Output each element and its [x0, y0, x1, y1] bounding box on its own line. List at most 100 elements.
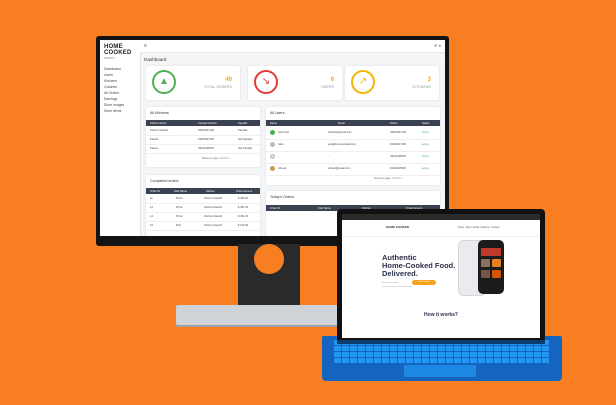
column-header[interactable]: Dish Name	[318, 207, 331, 210]
nav-link-home[interactable]: Home	[458, 226, 464, 229]
keyboard-key	[366, 358, 373, 363]
keyboard-key	[382, 352, 389, 357]
column-header[interactable]: Order ID	[270, 207, 280, 210]
column-header[interactable]: Payable	[238, 122, 247, 125]
notification-icon[interactable]: ⚙	[434, 43, 438, 48]
keyboard-key	[366, 346, 373, 351]
cell: Ahmed	[278, 167, 287, 170]
nav-link-kitchens[interactable]: Kitchens	[481, 226, 490, 229]
stat-card-kitchens[interactable]: ↗ 3 KITCHENS	[345, 66, 439, 100]
column-header[interactable]: Status	[422, 122, 429, 125]
table-header: Kitchen Name Contact Number Payable	[146, 120, 260, 126]
cell: 12	[150, 206, 153, 209]
table-row[interactable]: Paraza 03001307105 Not Payable	[146, 136, 260, 145]
page-range: 1-3 of 3	[219, 157, 228, 160]
food-image	[481, 270, 490, 278]
column-header[interactable]: Name	[270, 122, 277, 125]
stat-card-orders[interactable]: ▲ 40 TOTAL ORDERS	[146, 66, 240, 100]
sidebar-item-store-items[interactable]: Store Items	[104, 109, 121, 113]
cell: 14	[150, 215, 153, 218]
touchpad	[404, 365, 476, 377]
table-row[interactable]: 11 Pizza Kitchen Karachi $ 450.00	[146, 195, 260, 204]
sidebar-item-all-orders[interactable]: All Orders	[104, 91, 119, 95]
users-chart-icon: ↘	[254, 70, 278, 94]
keyboard-key	[526, 346, 533, 351]
cell: Kitchen Karachi	[204, 215, 223, 218]
keyboard-key	[422, 358, 429, 363]
chevron-right-icon[interactable]: ›	[230, 157, 231, 160]
stat-value: 40	[225, 77, 232, 83]
users-card: All Users Name Email Phone Status John D…	[266, 107, 440, 185]
table-row[interactable]: Ahmed ahmed@gmail.com 03012345690 active	[266, 163, 440, 176]
sidebar-item-store-images[interactable]: Store Images	[104, 103, 124, 107]
table-row[interactable]: Kitchen Karachi 03001307100 Payable	[146, 127, 260, 136]
table-row[interactable]: 12 Pizza Kitchen Karachi $ 451.00	[146, 204, 260, 213]
nav-link-how-it-works[interactable]: How it works	[466, 226, 480, 229]
chevron-right-icon[interactable]: ›	[402, 177, 403, 180]
column-header[interactable]: Kitchen	[206, 190, 215, 193]
keyboard-key	[398, 358, 405, 363]
page-title: Dashboard	[144, 57, 167, 62]
cell: 03012345678	[198, 147, 214, 150]
column-header[interactable]: Contact Number	[198, 122, 217, 125]
avatar	[270, 166, 275, 171]
email-input[interactable]: Enter your email	[382, 282, 412, 287]
keyboard-key	[478, 346, 485, 351]
menu-icon[interactable]: ≡	[144, 43, 147, 49]
avatar	[270, 130, 275, 135]
cell: 03012345690	[390, 167, 406, 170]
keyboard-key	[494, 346, 501, 351]
page-range: 1-4 of 4	[391, 177, 400, 180]
table-row[interactable]: Pastas 03012345678 Not Payable	[146, 145, 260, 154]
table-row[interactable]: 14 Pizza Kitchen Karachi $ 451.00	[146, 213, 260, 222]
sidebar-item-kitchens[interactable]: Kitchens	[104, 79, 117, 83]
keyboard-key	[502, 352, 509, 357]
stat-value: 6	[330, 77, 334, 83]
keyboard-key	[510, 352, 517, 357]
column-header[interactable]: Dish Name	[174, 190, 187, 193]
cell: Pizza	[176, 215, 183, 218]
column-header[interactable]: Kitchen Name	[150, 122, 166, 125]
column-header[interactable]: Order ID	[150, 190, 160, 193]
keyboard-key	[542, 346, 549, 351]
cell: $ 450.00	[238, 197, 249, 200]
keyboard-key	[374, 346, 381, 351]
kitchens-chart-icon: ↗	[351, 70, 375, 94]
keyboard-key	[494, 358, 501, 363]
pagination: Rows per page: 1-3 of 3 ‹ ›	[202, 157, 230, 160]
keyboard-key	[438, 358, 445, 363]
cell: -	[278, 155, 279, 158]
cell: -	[328, 155, 329, 158]
user-icon[interactable]: ●	[439, 43, 441, 48]
phone-mockup-front	[478, 240, 504, 294]
column-header[interactable]: Email	[338, 122, 345, 125]
stat-card-users[interactable]: ↘ 6 USERS	[248, 66, 342, 100]
cell: Payable	[238, 129, 248, 132]
sidebar-item-dashboard[interactable]: Dashboard	[104, 67, 121, 71]
keyboard-key	[534, 346, 541, 351]
sidebar-item-users[interactable]: Users	[104, 73, 113, 77]
keyboard-key	[390, 358, 397, 363]
keyboard-key	[350, 358, 357, 363]
nav-link-contact[interactable]: Contact	[491, 226, 499, 229]
keyboard-key	[486, 346, 493, 351]
cell: 03001307105	[390, 143, 406, 146]
keyboard-key	[334, 358, 341, 363]
keyboard-key	[526, 358, 533, 363]
keyboard-key	[334, 352, 341, 357]
sidebar-item-earnings[interactable]: Earnings	[104, 97, 117, 101]
site-logo[interactable]: HOME COOKED	[386, 225, 409, 229]
status-badge: active	[422, 167, 429, 170]
orders-chart-icon: ▲	[152, 70, 176, 94]
admin-logo[interactable]: HOME COOKED ADMIN	[104, 44, 140, 60]
get-started-button[interactable]: Get Started	[412, 280, 436, 285]
cell: $ 451.00	[238, 206, 249, 209]
column-header[interactable]: Order Amount	[236, 190, 252, 193]
column-header[interactable]: Phone	[390, 122, 398, 125]
food-image	[492, 259, 501, 267]
cell: 03001307100	[390, 131, 406, 134]
sidebar-item-cuisines[interactable]: Cuisines	[104, 85, 117, 89]
cell: Paraza	[150, 138, 159, 141]
table-row[interactable]: 15 Roll Kitchen Karachi $ 120.00	[146, 222, 260, 231]
stat-label: KITCHENS	[412, 85, 431, 89]
